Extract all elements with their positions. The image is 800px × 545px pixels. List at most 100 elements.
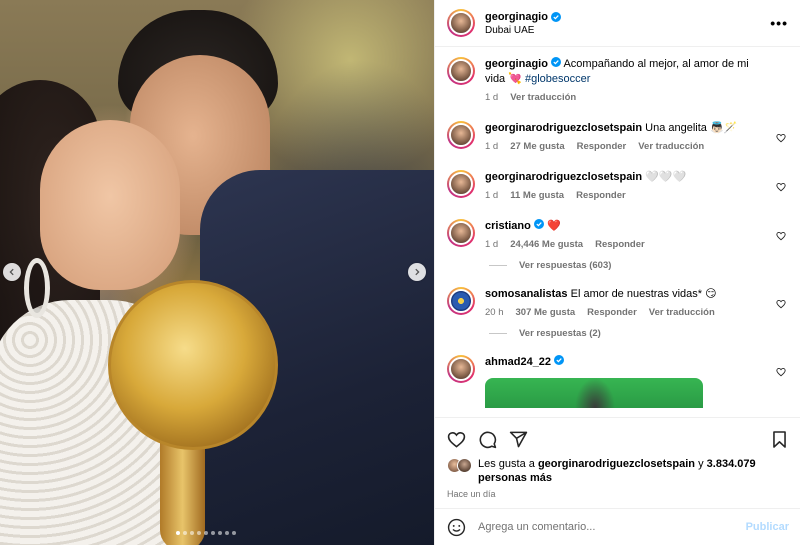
carousel-dot xyxy=(218,531,222,535)
comment-username[interactable]: cristiano xyxy=(485,220,531,232)
comment-likes[interactable]: 11 Me gusta xyxy=(510,190,564,201)
comment-body: georginarodriguezclosetspain Una angelit… xyxy=(485,121,788,152)
more-options-icon[interactable]: ••• xyxy=(770,15,788,31)
avatar[interactable] xyxy=(447,121,475,149)
comment-likes[interactable]: 24,446 Me gusta xyxy=(510,239,583,250)
reply-button[interactable]: Responder xyxy=(576,190,626,201)
view-replies-button[interactable]: Ver respuestas (2) xyxy=(489,328,788,339)
caption-username[interactable]: georginagio xyxy=(485,58,548,70)
comment-bubble-icon[interactable] xyxy=(478,430,497,449)
avatar[interactable] xyxy=(447,57,475,85)
post-details-panel: georginagio Dubai UAE ••• georginagio Ac… xyxy=(434,0,800,545)
comment-text: El amor de nuestras vidas* 😏 xyxy=(570,288,717,300)
comments-list[interactable]: georginagio Acompañando al mejor, al amo… xyxy=(435,47,800,417)
comment-username[interactable]: georginarodriguezclosetspain xyxy=(485,122,642,134)
carousel-dot xyxy=(176,531,180,535)
comment-time[interactable]: 20 h xyxy=(485,307,504,318)
verified-badge-icon xyxy=(554,355,565,365)
liker-avatars[interactable] xyxy=(447,458,472,473)
post-location[interactable]: Dubai UAE xyxy=(485,25,770,36)
comment-time[interactable]: 1 d xyxy=(485,239,498,250)
replies-divider xyxy=(489,265,507,266)
author-username[interactable]: georginagio xyxy=(485,11,561,23)
reply-button[interactable]: Responder xyxy=(587,307,637,318)
post-caption: georginagio Acompañando al mejor, al amo… xyxy=(447,57,788,103)
like-comment-heart-icon[interactable] xyxy=(776,231,786,241)
comment-meta: 1 d 11 Me gusta Responder xyxy=(485,190,770,201)
carousel-dot xyxy=(204,531,208,535)
next-photo-button[interactable] xyxy=(408,263,426,281)
comment-text-block: georginarodriguezclosetspain 🤍🤍🤍 xyxy=(485,170,770,185)
post-actions: Les gusta a georginarodriguezclosetspain… xyxy=(435,417,800,499)
avatar-image xyxy=(449,59,473,83)
comment-username[interactable]: ahmad24_22 xyxy=(485,356,551,368)
comment-time[interactable]: 1 d xyxy=(485,141,498,152)
comment-input[interactable] xyxy=(478,521,746,533)
previous-photo-button[interactable] xyxy=(3,263,21,281)
avatar-image xyxy=(449,357,473,381)
chevron-right-icon xyxy=(415,268,420,276)
avatar-image xyxy=(449,123,473,147)
comment-text-block: georginarodriguezclosetspain Una angelit… xyxy=(485,121,770,136)
reply-button[interactable]: Responder xyxy=(577,141,627,152)
publish-button[interactable]: Publicar xyxy=(746,521,789,533)
like-heart-icon[interactable] xyxy=(447,430,466,449)
verified-badge-icon xyxy=(550,11,561,22)
emoji-icon[interactable] xyxy=(447,518,466,537)
avatar[interactable] xyxy=(447,355,475,383)
translate-button[interactable]: Ver traducción xyxy=(649,307,715,318)
caption-hashtag[interactable]: #globesoccer xyxy=(525,73,590,85)
view-replies-label: Ver respuestas (2) xyxy=(519,328,601,339)
post-photo[interactable] xyxy=(0,0,434,545)
comment-body: somosanalistas El amor de nuestras vidas… xyxy=(485,287,788,318)
photo-detail xyxy=(40,120,180,290)
post-header: georginagio Dubai UAE ••• xyxy=(435,0,800,47)
carousel-dot xyxy=(183,531,187,535)
avatar[interactable] xyxy=(447,287,475,315)
chevron-left-icon xyxy=(9,268,14,276)
bookmark-icon[interactable] xyxy=(770,430,789,449)
avatar xyxy=(457,458,472,473)
comment-text: 🤍🤍🤍 xyxy=(645,171,687,183)
comment-text: Una angelita 👼🏻🪄 xyxy=(645,122,738,134)
liker-username[interactable]: georginarodriguezclosetspain xyxy=(538,458,695,470)
comment-image[interactable] xyxy=(485,378,703,408)
like-comment-heart-icon[interactable] xyxy=(776,182,786,192)
comment-username[interactable]: somosanalistas xyxy=(485,288,568,300)
comment-likes[interactable]: 27 Me gusta xyxy=(510,141,564,152)
comment-time[interactable]: 1 d xyxy=(485,190,498,201)
caption-text-block: georginagio Acompañando al mejor, al amo… xyxy=(485,57,770,87)
comment-username[interactable]: georginarodriguezclosetspain xyxy=(485,171,642,183)
avatar[interactable] xyxy=(447,219,475,247)
like-comment-heart-icon[interactable] xyxy=(776,299,786,309)
carousel-dot xyxy=(190,531,194,535)
like-comment-heart-icon[interactable] xyxy=(776,133,786,143)
likes-prefix: Les gusta a xyxy=(478,458,535,470)
post-modal: georginagio Dubai UAE ••• georginagio Ac… xyxy=(0,0,800,545)
comment-item: cristiano ❤️ 1 d 24,446 Me gusta Respond… xyxy=(447,219,788,250)
caption-time[interactable]: 1 d xyxy=(485,92,498,103)
comment-text: ❤️ xyxy=(546,220,561,232)
translate-button[interactable]: Ver traducción xyxy=(510,92,576,103)
verified-badge-icon xyxy=(551,57,562,67)
view-replies-button[interactable]: Ver respuestas (603) xyxy=(489,260,788,271)
translate-button[interactable]: Ver traducción xyxy=(638,141,704,152)
post-timestamp[interactable]: Hace un día xyxy=(447,489,789,499)
like-comment-heart-icon[interactable] xyxy=(776,367,786,377)
reply-button[interactable]: Responder xyxy=(595,239,645,250)
comment-meta: 20 h 307 Me gusta Responder Ver traducci… xyxy=(485,307,770,318)
comment-item: somosanalistas El amor de nuestras vidas… xyxy=(447,287,788,318)
avatar[interactable] xyxy=(447,170,475,198)
post-author-info: georginagio Dubai UAE xyxy=(485,11,770,36)
carousel-dot xyxy=(211,531,215,535)
comment-item: georginarodriguezclosetspain Una angelit… xyxy=(447,121,788,152)
photo-detail xyxy=(108,280,278,450)
avatar-image xyxy=(449,11,473,35)
caption-body: georginagio Acompañando al mejor, al amo… xyxy=(485,57,788,103)
comment-likes[interactable]: 307 Me gusta xyxy=(516,307,576,318)
avatar[interactable] xyxy=(447,9,475,37)
avatar-image xyxy=(449,289,473,313)
comment-item: georginarodriguezclosetspain 🤍🤍🤍 1 d 11 … xyxy=(447,170,788,201)
share-send-icon[interactable] xyxy=(509,430,528,449)
likes-joiner: y xyxy=(698,458,704,470)
